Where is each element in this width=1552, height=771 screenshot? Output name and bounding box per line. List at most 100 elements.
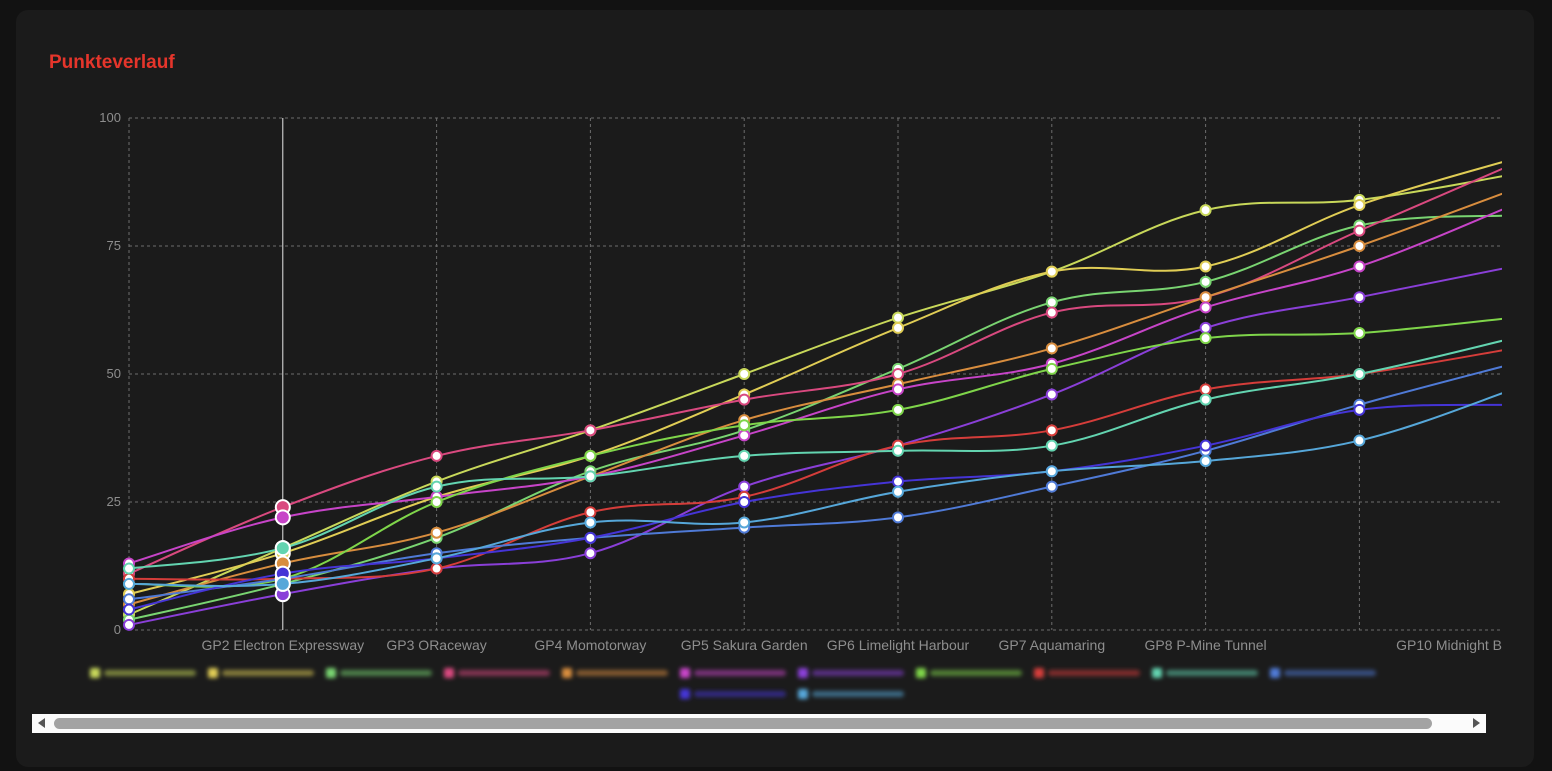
- legend-item[interactable]: [680, 689, 786, 699]
- legend-swatch: [208, 668, 218, 678]
- data-point[interactable]: [1045, 480, 1058, 493]
- data-point[interactable]: [892, 368, 904, 380]
- data-point[interactable]: [892, 311, 904, 324]
- data-point[interactable]: [892, 403, 904, 416]
- data-point[interactable]: [738, 429, 751, 442]
- data-point[interactable]: [1199, 455, 1212, 468]
- y-tick-label: 25: [107, 494, 121, 509]
- data-point[interactable]: [892, 511, 904, 524]
- data-point[interactable]: [584, 547, 597, 560]
- legend-swatch: [562, 668, 572, 678]
- line-chart[interactable]: 0 25 50 75 100 GP2 Electron Expressway GP3 ORa…: [0, 0, 1552, 771]
- data-point[interactable]: [1353, 327, 1366, 340]
- data-point[interactable]: [1353, 368, 1366, 380]
- series-4[interactable]: [123, 164, 1513, 580]
- data-point[interactable]: [123, 618, 135, 631]
- data-point[interactable]: [1045, 296, 1058, 309]
- legend-item[interactable]: [562, 668, 668, 678]
- data-point[interactable]: [584, 449, 597, 462]
- data-point[interactable]: [1045, 342, 1058, 355]
- data-point[interactable]: [123, 577, 135, 590]
- data-point[interactable]: [1353, 403, 1366, 416]
- data-point[interactable]: [430, 526, 443, 539]
- legend-item[interactable]: [680, 668, 786, 678]
- legend-swatch: [798, 668, 808, 678]
- scroll-left-arrow-icon[interactable]: [38, 718, 45, 728]
- legend-item[interactable]: [1152, 668, 1258, 678]
- data-point[interactable]: [123, 603, 135, 616]
- data-point[interactable]: [1353, 291, 1366, 304]
- legend-item[interactable]: [1270, 668, 1376, 678]
- data-point[interactable]: [123, 562, 135, 575]
- data-point[interactable]: [430, 496, 443, 508]
- legend-item[interactable]: [444, 668, 550, 678]
- data-point[interactable]: [430, 480, 443, 493]
- x-tick-label: GP4 Momotorway: [534, 637, 646, 653]
- data-point[interactable]: [584, 470, 597, 483]
- scroll-thumb[interactable]: [54, 718, 1432, 729]
- data-point[interactable]: [584, 516, 597, 529]
- data-point[interactable]: [1353, 434, 1366, 447]
- data-point[interactable]: [1199, 275, 1212, 288]
- data-point[interactable]: [1199, 332, 1212, 345]
- data-point[interactable]: [738, 449, 751, 462]
- data-point[interactable]: [584, 506, 597, 519]
- series-6[interactable]: [123, 205, 1513, 570]
- legend-item[interactable]: [1034, 668, 1140, 678]
- data-point[interactable]: [1045, 388, 1058, 401]
- data-point[interactable]: [274, 575, 291, 592]
- data-point[interactable]: [430, 449, 443, 462]
- data-point[interactable]: [1045, 424, 1058, 437]
- data-point[interactable]: [1199, 260, 1212, 273]
- data-point[interactable]: [274, 509, 291, 526]
- legend-item[interactable]: [326, 668, 432, 678]
- data-point[interactable]: [1199, 439, 1212, 452]
- y-tick-label: 50: [107, 366, 121, 381]
- series-7[interactable]: [123, 266, 1513, 631]
- legend-item[interactable]: [798, 689, 904, 699]
- data-point[interactable]: [738, 393, 751, 406]
- series-5[interactable]: [123, 190, 1513, 611]
- data-point[interactable]: [584, 531, 597, 544]
- data-point[interactable]: [892, 444, 904, 457]
- legend-label-blurred: [340, 670, 432, 676]
- data-point[interactable]: [738, 516, 751, 529]
- data-point[interactable]: [892, 485, 904, 498]
- data-point[interactable]: [892, 321, 904, 334]
- legend-item[interactable]: [208, 668, 314, 678]
- chart-legend[interactable]: [90, 668, 1376, 699]
- series-9[interactable]: [123, 348, 1513, 587]
- data-point[interactable]: [892, 475, 904, 488]
- scroll-right-arrow-icon[interactable]: [1473, 718, 1480, 728]
- data-point[interactable]: [1199, 301, 1212, 314]
- data-point[interactable]: [1199, 204, 1212, 217]
- data-point[interactable]: [738, 496, 751, 508]
- legend-item[interactable]: [798, 668, 904, 678]
- data-point[interactable]: [1353, 224, 1366, 237]
- data-point[interactable]: [1045, 362, 1058, 375]
- data-point[interactable]: [123, 593, 135, 606]
- data-point[interactable]: [430, 562, 443, 575]
- data-point[interactable]: [274, 540, 291, 557]
- data-point[interactable]: [1045, 306, 1058, 319]
- data-point[interactable]: [1353, 260, 1366, 273]
- data-point[interactable]: [1353, 199, 1366, 212]
- data-point[interactable]: [892, 383, 904, 396]
- data-point[interactable]: [430, 552, 443, 565]
- data-point[interactable]: [738, 368, 751, 380]
- chart-horizontal-scrollbar[interactable]: [32, 714, 1486, 733]
- legend-item[interactable]: [916, 668, 1022, 678]
- data-point[interactable]: [584, 424, 597, 437]
- data-point[interactable]: [1353, 240, 1366, 252]
- series-10[interactable]: [123, 338, 1513, 575]
- data-point[interactable]: [1199, 393, 1212, 406]
- data-point[interactable]: [1199, 383, 1212, 396]
- data-point[interactable]: [1199, 321, 1212, 334]
- data-point[interactable]: [738, 419, 751, 432]
- legend-item[interactable]: [90, 668, 196, 678]
- data-point[interactable]: [738, 480, 751, 493]
- data-point[interactable]: [1045, 465, 1058, 478]
- data-point[interactable]: [1199, 291, 1212, 304]
- data-point[interactable]: [1045, 265, 1058, 278]
- data-point[interactable]: [1045, 439, 1058, 452]
